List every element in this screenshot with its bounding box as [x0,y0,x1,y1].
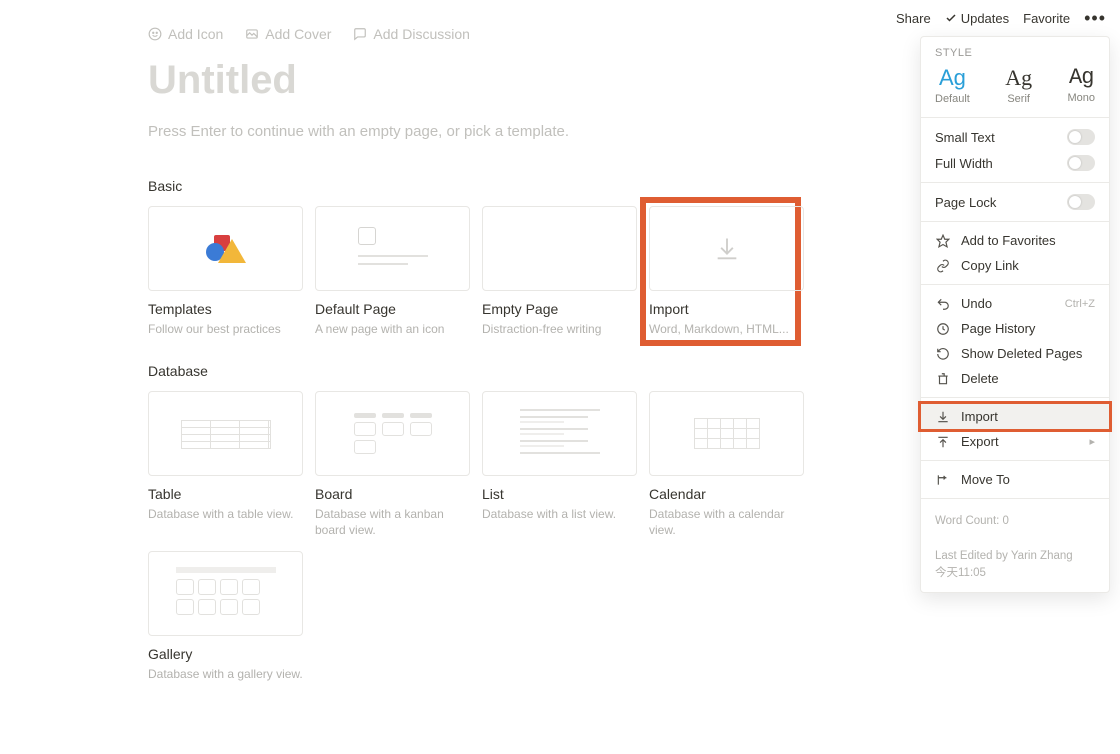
table-icon [181,420,271,448]
database-grid: Table Database with a table view. Board … [148,391,868,682]
import[interactable]: Import [921,404,1109,429]
add-icon-label: Add Icon [168,26,223,42]
board-icon [354,413,432,454]
page-action-bar: Add Icon Add Cover Add Discussion [148,26,868,42]
full-width-toggle[interactable]: Full Width [921,150,1109,176]
card-title: List [482,486,637,502]
card-title: Table [148,486,303,502]
page-lock-toggle[interactable]: Page Lock [921,189,1109,215]
card-subtitle: Word, Markdown, HTML... [649,321,792,337]
card-subtitle: Database with a gallery view. [148,666,303,682]
style-serif[interactable]: Ag Serif [1005,65,1032,105]
basic-grid: Templates Follow our best practices Defa… [148,206,868,337]
toggle-icon [1067,129,1095,145]
card-title: Gallery [148,646,303,662]
card-table[interactable]: Table Database with a table view. [148,391,303,538]
restore-icon [935,347,951,361]
undo[interactable]: Undo Ctrl+Z [921,291,1109,316]
add-discussion-button[interactable]: Add Discussion [353,26,470,42]
card-import[interactable]: Import Word, Markdown, HTML... [643,200,798,343]
card-gallery[interactable]: Gallery Database with a gallery view. [148,551,303,682]
card-list[interactable]: List Database with a list view. [482,391,637,538]
card-subtitle: Database with a calendar view. [649,506,804,538]
list-icon [520,409,600,459]
add-cover-label: Add Cover [265,26,331,42]
copy-link[interactable]: Copy Link [921,253,1109,278]
card-title: Empty Page [482,301,637,317]
card-subtitle: A new page with an icon [315,321,470,337]
updates-label: Updates [961,11,1009,26]
gallery-icon [176,567,276,619]
page-history[interactable]: Page History [921,316,1109,341]
delete[interactable]: Delete [921,366,1109,391]
toggle-icon [1067,194,1095,210]
card-title: Calendar [649,486,804,502]
word-count: Word Count: 0 [935,513,1095,530]
history-icon [935,322,951,336]
star-icon [935,234,951,248]
card-subtitle: Database with a list view. [482,506,637,522]
move-to[interactable]: Move To [921,467,1109,492]
style-header: STYLE [921,37,1109,65]
card-board[interactable]: Board Database with a kanban board view. [315,391,470,538]
last-edited-by: Last Edited by Yarin Zhang [935,548,1095,565]
undo-icon [935,297,951,311]
card-default-page[interactable]: Default Page A new page with an icon [315,206,470,337]
card-subtitle: Database with a kanban board view. [315,506,470,538]
download-icon [713,235,741,263]
more-menu-button[interactable]: ••• [1084,8,1106,29]
favorite-button[interactable]: Favorite [1023,11,1070,26]
image-icon [245,27,259,41]
page-options-panel: STYLE Ag Default Ag Serif Ag Mono Small … [920,36,1110,593]
undo-shortcut: Ctrl+Z [1065,298,1095,310]
card-title: Board [315,486,470,502]
card-empty-page[interactable]: Empty Page Distraction-free writing [482,206,637,337]
chevron-right-icon: ▸ [1089,435,1095,448]
export[interactable]: Export ▸ [921,429,1109,454]
card-calendar[interactable]: Calendar Database with a calendar view. [649,391,804,538]
add-icon-button[interactable]: Add Icon [148,26,223,42]
updates-button[interactable]: Updates [945,11,1009,26]
section-database-label: Database [148,363,868,379]
style-mono[interactable]: Ag Mono [1067,65,1095,105]
card-title: Templates [148,301,303,317]
smiley-icon [148,27,162,41]
add-discussion-label: Add Discussion [373,26,470,42]
style-default[interactable]: Ag Default [935,65,970,105]
section-basic-label: Basic [148,178,868,194]
trash-icon [935,372,951,386]
calendar-icon [694,418,760,449]
page-title[interactable]: Untitled [148,58,868,103]
style-options: Ag Default Ag Serif Ag Mono [921,65,1109,111]
page-body: Add Icon Add Cover Add Discussion Untitl… [148,26,868,708]
link-icon [935,259,951,273]
card-title: Import [649,301,792,317]
card-subtitle: Follow our best practices [148,321,303,337]
share-button[interactable]: Share [896,11,931,26]
last-edited-time: 今天11:05 [935,565,1095,582]
meta-info: Word Count: 0 Last Edited by Yarin Zhang… [921,505,1109,582]
shapes-icon [204,233,248,265]
chat-icon [353,27,367,41]
show-deleted[interactable]: Show Deleted Pages [921,341,1109,366]
default-page-icon [358,227,428,271]
small-text-toggle[interactable]: Small Text [921,124,1109,150]
export-icon [935,435,951,449]
top-bar: Share Updates Favorite ••• [882,0,1120,36]
move-icon [935,473,951,487]
check-icon [945,12,957,24]
add-cover-button[interactable]: Add Cover [245,26,331,42]
card-templates[interactable]: Templates Follow our best practices [148,206,303,337]
add-to-favorites[interactable]: Add to Favorites [921,228,1109,253]
card-subtitle: Database with a table view. [148,506,303,522]
card-subtitle: Distraction-free writing [482,321,637,337]
card-title: Default Page [315,301,470,317]
page-hint: Press Enter to continue with an empty pa… [148,123,868,140]
toggle-icon [1067,155,1095,171]
import-icon [935,410,951,424]
